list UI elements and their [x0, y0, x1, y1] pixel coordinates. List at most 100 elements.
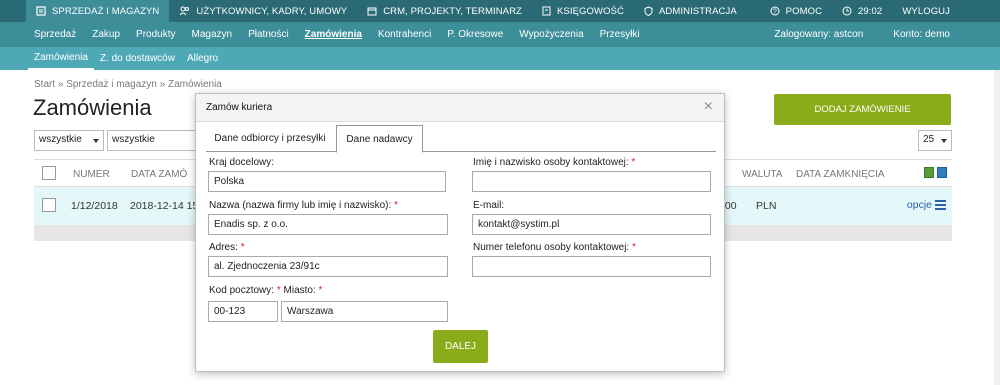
add-order-button[interactable]: DODAJ ZAMÓWIENIE — [774, 94, 951, 125]
city-label-text: Miasto: — [283, 285, 316, 296]
address-label-text: Adres: — [209, 242, 238, 253]
nav-magazyn[interactable]: Magazyn — [184, 29, 241, 40]
postal-code-field[interactable]: 00-123 — [208, 301, 278, 322]
session-timer: 29:02 — [832, 0, 892, 22]
address-field[interactable]: al. Zjednoczenia 23/91c — [208, 256, 448, 277]
folder-icon — [36, 6, 46, 16]
status-filter-value: wszystkie — [39, 134, 82, 145]
nav-zakup[interactable]: Zakup — [84, 29, 128, 40]
top-menu-accounting[interactable]: KSIĘGOWOŚĆ — [532, 0, 634, 22]
nav-platnosci[interactable]: Płatności — [240, 29, 297, 40]
phone-field[interactable] — [472, 256, 711, 277]
row-numer: 1/12/2018 — [71, 200, 118, 212]
close-icon[interactable]: × — [704, 99, 713, 115]
name-label: Nazwa (nazwa firmy lub imię i nazwisko):… — [209, 200, 398, 211]
city-field[interactable]: Warszawa — [281, 301, 448, 322]
top-menu-bar: SPRZEDAŻ I MAGAZYN UŻYTKOWNICY, KADRY, U… — [0, 0, 1000, 22]
chevron-down-icon — [941, 139, 947, 143]
modal-tabs: Dane odbiorcy i przesyłki Dane nadawcy — [206, 125, 716, 153]
nav-p-okresowe[interactable]: P. Okresowe — [439, 29, 511, 40]
top-right-group: ? POMOC 29:02 WYLOGUJ — [760, 0, 1000, 22]
row-options-link[interactable]: opcje — [907, 199, 932, 211]
top-menu-crm[interactable]: CRM, PROJEKTY, TERMINARZ — [357, 0, 532, 22]
users-icon — [179, 6, 190, 16]
top-menu-label: KSIĘGOWOŚĆ — [556, 5, 624, 17]
breadcrumb[interactable]: Start » Sprzedaż i magazyn » Zamówienia — [34, 79, 222, 90]
per-page-select[interactable]: 25 — [918, 130, 952, 151]
clock-icon — [842, 6, 852, 16]
tab-recipient[interactable]: Dane odbiorcy i przesyłki — [206, 125, 334, 152]
contact-person-field[interactable] — [472, 171, 711, 192]
subnav-allegro[interactable]: Allegro — [181, 47, 224, 70]
sub-nav: Zamówienia Z. do dostawców Allegro — [0, 47, 1000, 70]
logout-label: WYLOGUJ — [902, 5, 950, 17]
help-link[interactable]: ? POMOC — [760, 0, 832, 22]
export-excel-icon[interactable] — [924, 167, 934, 178]
nav-produkty[interactable]: Produkty — [128, 29, 183, 40]
country-label: Kraj docelowy: — [209, 157, 275, 168]
shield-icon — [644, 6, 653, 16]
top-menu-label: UŻYTKOWNICY, KADRY, UMOWY — [196, 5, 348, 17]
required-mark: * — [276, 285, 281, 296]
postal-label-text: Kod pocztowy: — [209, 285, 275, 296]
next-button[interactable]: DALEJ — [433, 330, 488, 363]
contact-person-label: Imię i nazwisko osoby kontaktowej: * — [473, 157, 635, 168]
type-filter-select[interactable]: wszystkie — [107, 130, 197, 151]
row-checkbox[interactable] — [42, 198, 56, 212]
modal-header: Zamów kuriera — [196, 94, 724, 122]
postal-city-label: Kod pocztowy: * Miasto: * — [209, 285, 322, 296]
session-time: 29:02 — [858, 5, 883, 17]
export-csv-icon[interactable] — [937, 167, 947, 178]
menu-icon[interactable] — [935, 200, 946, 212]
top-menu-admin[interactable]: ADMINISTRACJA — [634, 0, 747, 22]
header-numer[interactable]: NUMER — [73, 169, 110, 180]
nav-wypozyczenia[interactable]: Wypożyczenia — [511, 29, 591, 40]
help-label: POMOC — [785, 5, 823, 17]
header-waluta[interactable]: WALUTA — [742, 169, 783, 180]
modal-title: Zamów kuriera — [206, 102, 273, 113]
account-name: Konto: demo — [893, 29, 950, 40]
page-scrollbar[interactable] — [994, 70, 1000, 385]
top-menu-label: ADMINISTRACJA — [658, 5, 737, 17]
top-menu-label: SPRZEDAŻ I MAGAZYN — [52, 5, 160, 17]
phone-label: Numer telefonu osoby kontaktowej: * — [473, 242, 636, 253]
logout-link[interactable]: WYLOGUJ — [892, 0, 1000, 22]
subnav-zamowienia[interactable]: Zamówienia — [28, 47, 94, 70]
contact-person-label-text: Imię i nazwisko osoby kontaktowej: — [473, 157, 629, 168]
top-menu-label: CRM, PROJEKTY, TERMINARZ — [383, 5, 522, 17]
nav-zamowienia[interactable]: Zamówienia — [297, 29, 370, 40]
document-icon — [542, 6, 551, 16]
required-mark: * — [318, 285, 323, 296]
module-nav: Sprzedaż Zakup Produkty Magazyn Płatnośc… — [0, 22, 1000, 47]
name-label-text: Nazwa (nazwa firmy lub imię i nazwisko): — [209, 200, 392, 211]
logged-user: Zalogowany: astcon — [774, 29, 864, 40]
country-field[interactable]: Polska — [208, 171, 446, 192]
chevron-down-icon — [93, 139, 99, 143]
header-data-zamkniecia[interactable]: DATA ZAMKNIĘCIA — [796, 169, 885, 180]
email-label: E-mail: — [473, 200, 505, 211]
type-filter-value: wszystkie — [112, 134, 155, 145]
tab-sender[interactable]: Dane nadawcy — [336, 125, 423, 153]
calendar-icon — [367, 7, 377, 16]
row-waluta: PLN — [756, 200, 777, 212]
nav-przesylki[interactable]: Przesyłki — [592, 29, 648, 40]
required-mark: * — [631, 157, 636, 168]
email-field[interactable]: kontakt@systim.pl — [472, 214, 711, 235]
header-data[interactable]: DATA ZAMÓ — [131, 169, 187, 180]
user-info: Zalogowany: astcon Konto: demo — [774, 29, 1000, 40]
top-menu-users[interactable]: UŻYTKOWNICY, KADRY, UMOWY — [169, 0, 357, 22]
status-filter-select[interactable]: wszystkie — [34, 130, 104, 151]
phone-label-text: Numer telefonu osoby kontaktowej: — [473, 242, 630, 253]
courier-order-modal: Zamów kuriera × Dane odbiorcy i przesyłk… — [195, 93, 725, 372]
company-name-field[interactable]: Enadis sp. z o.o. — [208, 214, 448, 235]
top-menu-sales-warehouse[interactable]: SPRZEDAŻ I MAGAZYN — [26, 0, 170, 22]
address-label: Adres: * — [209, 242, 245, 253]
nav-sprzedaz[interactable]: Sprzedaż — [0, 29, 84, 40]
select-all-checkbox[interactable] — [42, 166, 56, 180]
required-mark: * — [240, 242, 245, 253]
nav-kontrahenci[interactable]: Kontrahenci — [370, 29, 439, 40]
per-page-value: 25 — [923, 134, 935, 145]
required-mark: * — [394, 200, 398, 211]
subnav-z-do-dostawcow[interactable]: Z. do dostawców — [94, 47, 181, 70]
help-icon: ? — [770, 6, 780, 16]
